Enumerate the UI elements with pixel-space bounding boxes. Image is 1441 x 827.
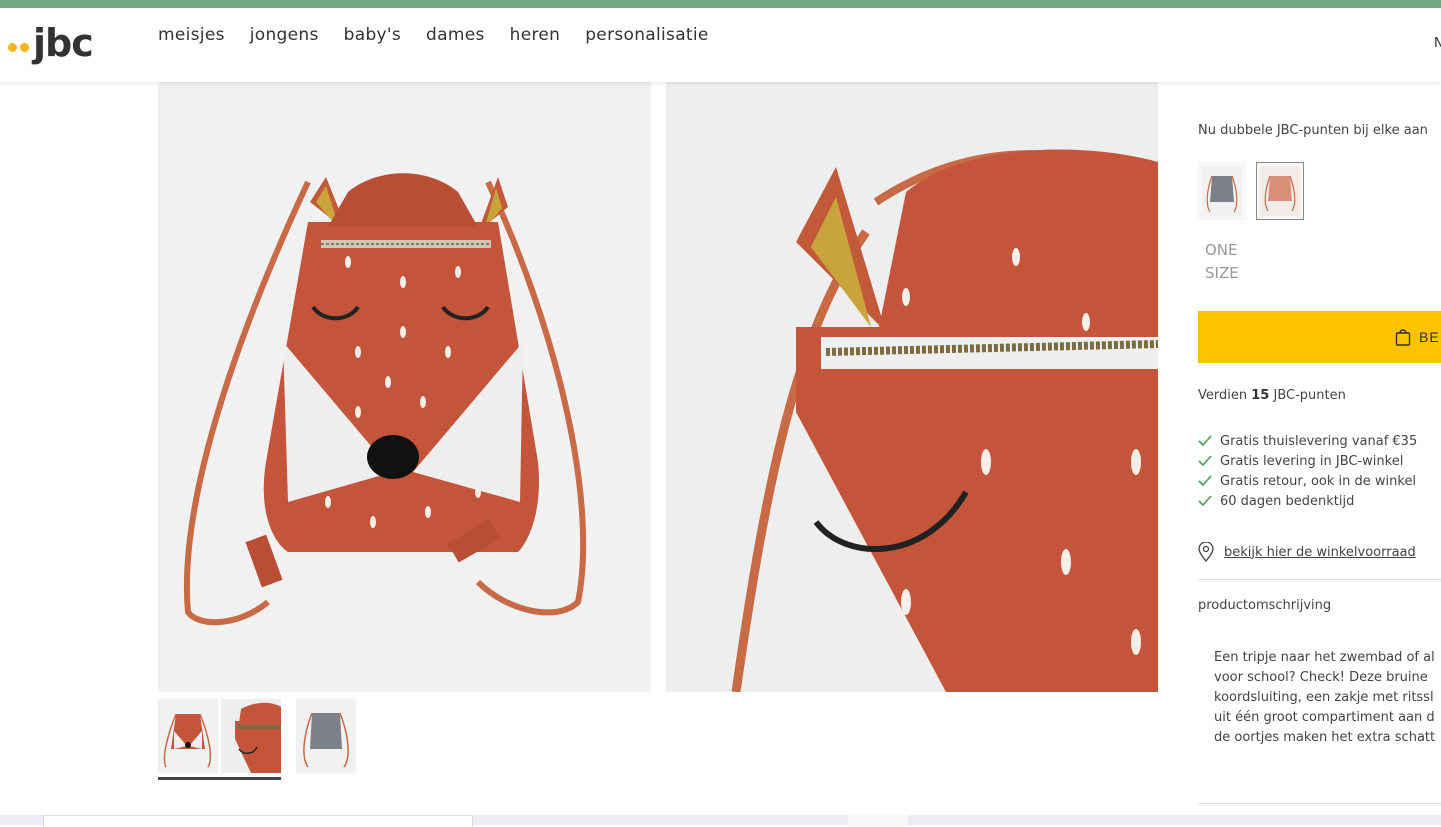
jbc-logo[interactable]: jbc <box>8 21 94 65</box>
usp-label: Gratis thuislevering vanaf €35 <box>1220 433 1418 449</box>
nav-item-heren[interactable]: heren <box>510 25 561 45</box>
usp-label: Gratis retour, ook in de winkel <box>1220 473 1417 489</box>
product-description: Een tripje naar het zwembad of al voor s… <box>1214 648 1441 748</box>
size-label-line2: SIZE <box>1205 264 1239 282</box>
bottom-card-secondary <box>848 815 908 827</box>
check-icon <box>1198 435 1212 447</box>
fox-bag-front-image <box>158 82 651 692</box>
nav-item-personalisatie[interactable]: personalisatie <box>585 25 708 45</box>
usp-item: 60 dagen bedenktijd <box>1198 491 1417 511</box>
description-line: de oortjes maken het extra schatt <box>1214 730 1436 745</box>
usp-label: 60 dagen bedenktijd <box>1220 493 1355 509</box>
thumb-fox-front-image <box>158 699 218 773</box>
check-icon <box>1198 475 1212 487</box>
nav-item-babys[interactable]: baby's <box>344 25 401 45</box>
usp-item: Gratis thuislevering vanaf €35 <box>1198 431 1417 451</box>
thumbnail-fox-detail[interactable] <box>221 699 281 773</box>
promo-text: Nu dubbele JBC-punten bij elke aan <box>1198 123 1428 138</box>
add-to-cart-button[interactable]: BE <box>1198 311 1441 363</box>
store-stock-row: bekijk hier de winkelvoorraad <box>1198 542 1416 562</box>
points-prefix: Verdien <box>1198 388 1248 403</box>
product-image-main[interactable] <box>158 82 651 692</box>
product-info-panel: Nu dubbele JBC-punten bij elke aan ONE S… <box>1198 82 1441 822</box>
nav-edge-item[interactable]: N <box>1434 36 1441 51</box>
size-label-line1: ONE <box>1205 241 1238 259</box>
logo-dots <box>8 42 29 52</box>
description-line: uit één groot compartiment aan d <box>1214 710 1435 725</box>
nav-item-meisjes[interactable]: meisjes <box>158 25 225 45</box>
thumbnail-grey-bag[interactable] <box>296 699 356 773</box>
thumb-fox-detail-image <box>221 699 281 773</box>
check-icon <box>1198 495 1212 507</box>
location-pin-icon <box>1198 542 1214 562</box>
add-to-cart-label: BE <box>1419 329 1440 345</box>
description-line: koordsluiting, een zakje met ritssl <box>1214 690 1434 705</box>
product-image-zoom[interactable] <box>666 82 1158 692</box>
usp-label: Gratis levering in JBC-winkel <box>1220 453 1404 469</box>
shopping-bag-icon <box>1395 329 1411 346</box>
nav-item-dames[interactable]: dames <box>426 25 485 45</box>
divider <box>1198 579 1441 580</box>
loyalty-points-text: Verdien 15 JBC-punten <box>1198 388 1346 403</box>
description-line: voor school? Check! Deze bruine <box>1214 670 1428 685</box>
main-nav: meisjes jongens baby's dames heren perso… <box>158 25 709 45</box>
thumbnail-fox-front[interactable] <box>158 699 218 773</box>
fox-bag-detail-image <box>666 82 1158 692</box>
swatch-grey-bag[interactable] <box>1198 162 1246 220</box>
divider <box>1198 803 1441 804</box>
description-line: Een tripje naar het zwembad of al <box>1214 650 1435 665</box>
size-option-one-size[interactable]: ONE SIZE <box>1205 239 1239 285</box>
check-icon <box>1198 455 1212 467</box>
top-accent-stripe <box>0 0 1441 8</box>
logo-wordmark: jbc <box>33 21 94 65</box>
points-suffix: JBC-punten <box>1273 388 1346 403</box>
fox-bag-swatch-image <box>1260 166 1300 216</box>
store-stock-link[interactable]: bekijk hier de winkelvoorraad <box>1224 545 1416 560</box>
swatch-fox-bag[interactable] <box>1256 162 1304 220</box>
bottom-card <box>43 815 473 827</box>
thumbnail-active-indicator <box>158 777 281 780</box>
description-title[interactable]: productomschrijving <box>1198 598 1331 613</box>
thumbnail-strip <box>158 699 356 773</box>
site-header: jbc meisjes jongens baby's dames heren p… <box>0 8 1441 82</box>
color-swatches <box>1198 162 1304 220</box>
thumb-grey-bag-image <box>296 699 356 773</box>
grey-bag-swatch-image <box>1202 166 1242 216</box>
nav-item-jongens[interactable]: jongens <box>250 25 319 45</box>
usp-item: Gratis levering in JBC-winkel <box>1198 451 1417 471</box>
usp-item: Gratis retour, ook in de winkel <box>1198 471 1417 491</box>
points-value: 15 <box>1251 388 1270 403</box>
usp-list: Gratis thuislevering vanaf €35 Gratis le… <box>1198 431 1417 511</box>
